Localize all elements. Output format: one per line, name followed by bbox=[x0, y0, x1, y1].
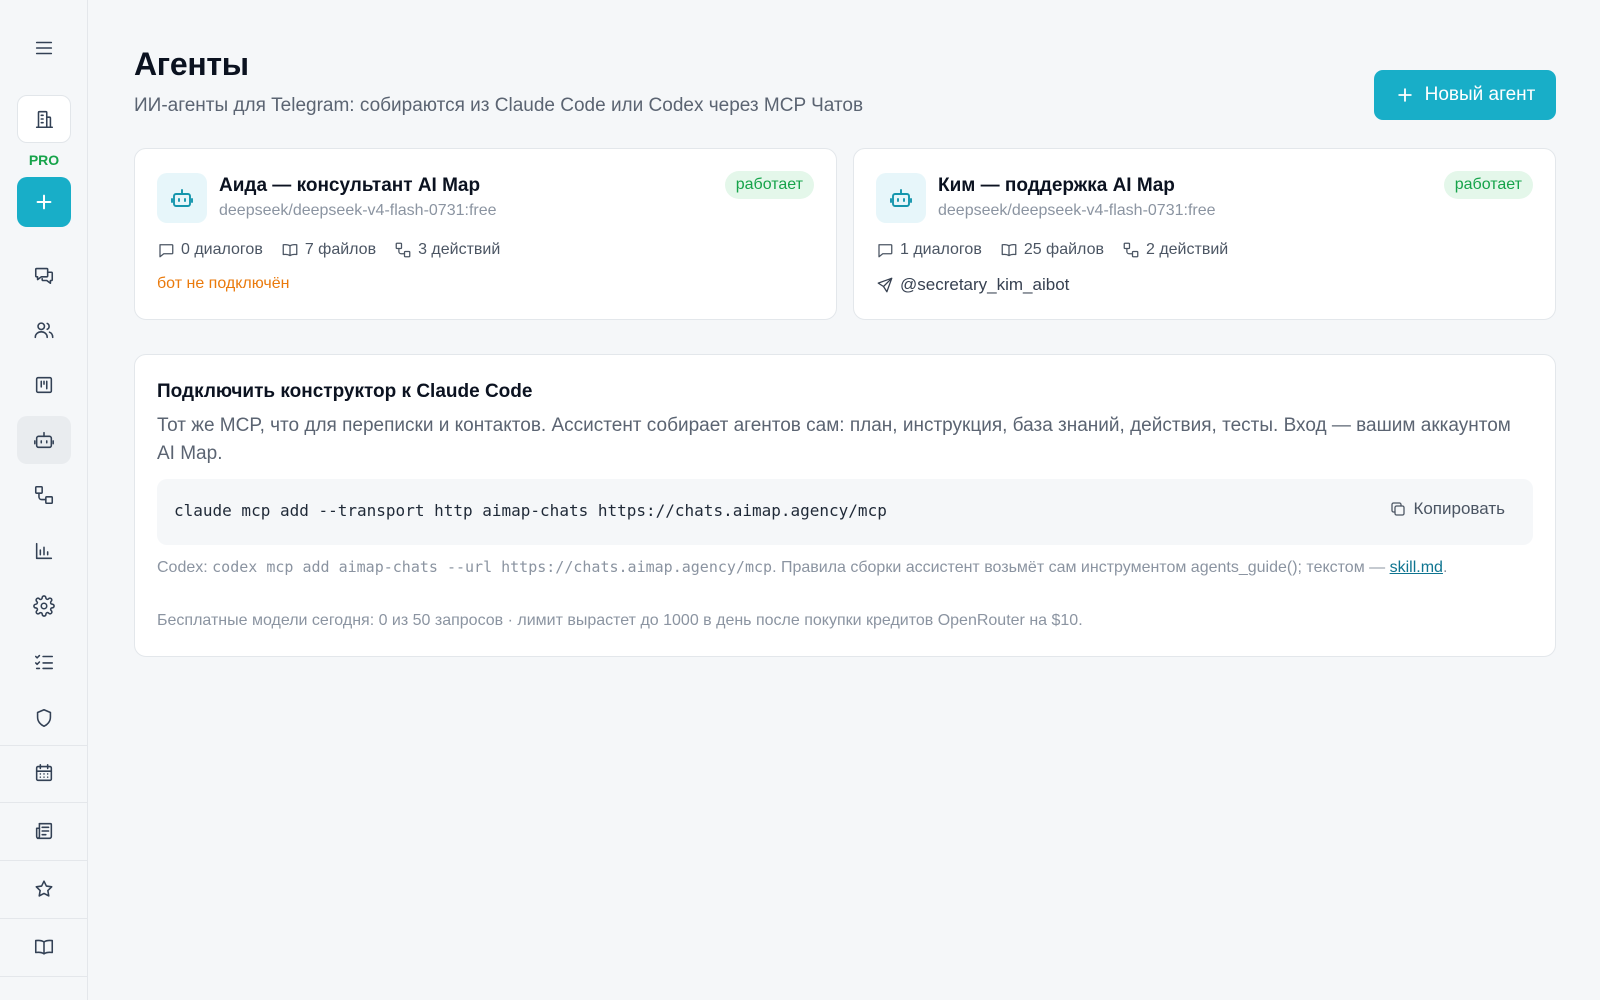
sidebar-item-calendar[interactable] bbox=[17, 749, 71, 797]
agent-stats: 0 диалогов 7 файлов 3 действий bbox=[157, 241, 500, 259]
sidebar-item-agents[interactable] bbox=[17, 416, 71, 464]
sidebar-item-contacts[interactable] bbox=[17, 306, 71, 354]
sidebar-item-news[interactable] bbox=[17, 807, 71, 855]
sidebar-item-docs[interactable] bbox=[17, 923, 71, 971]
page-title: Агенты bbox=[134, 46, 249, 82]
agent-card[interactable]: Ким — поддержка AI Map deepseek/deepseek… bbox=[853, 148, 1556, 320]
bot-icon bbox=[171, 189, 193, 207]
codex-command: codex mcp add aimap-chats --url https://… bbox=[212, 558, 773, 576]
bot-icon bbox=[890, 189, 912, 207]
pro-badge: PRO bbox=[28, 152, 60, 168]
install-command[interactable]: claude mcp add --transport http aimap-ch… bbox=[174, 501, 887, 520]
bot-status-warning: бот не подключён bbox=[157, 275, 290, 292]
chat-bubble-icon bbox=[878, 244, 893, 258]
actions-count: 3 действий bbox=[418, 241, 501, 258]
copy-icon bbox=[1391, 502, 1406, 516]
bot-icon bbox=[34, 431, 54, 449]
gear-icon bbox=[33, 595, 55, 617]
connect-constructor-card: Подключить конструктор к Claude Code Тот… bbox=[134, 354, 1556, 657]
new-agent-label: Новый агент bbox=[1424, 84, 1536, 105]
telegram-bot-link[interactable]: @secretary_kim_aibot bbox=[876, 275, 1069, 295]
sidebar-item-settings[interactable] bbox=[17, 582, 71, 630]
chat-bubble-icon bbox=[159, 244, 174, 258]
agent-name: Аида — консультант AI Map bbox=[219, 175, 481, 196]
status-badge: работает bbox=[1443, 171, 1533, 199]
agent-card[interactable]: Аида — консультант AI Map deepseek/deeps… bbox=[134, 148, 837, 320]
workflow-icon bbox=[1123, 242, 1139, 258]
sidebar-divider bbox=[0, 745, 88, 746]
actions-stat: 3 действий bbox=[394, 241, 500, 259]
sidebar-divider bbox=[0, 802, 88, 803]
agent-avatar bbox=[157, 173, 207, 223]
connect-title: Подключить конструктор к Claude Code bbox=[157, 381, 533, 402]
users-icon bbox=[34, 322, 54, 339]
copy-label: Копировать bbox=[1413, 499, 1505, 518]
sidebar-item-chats[interactable] bbox=[17, 251, 71, 299]
agent-name: Ким — поддержка AI Map bbox=[938, 175, 1175, 196]
new-agent-button[interactable]: Новый агент bbox=[1374, 70, 1556, 120]
codex-end: . bbox=[1442, 559, 1448, 576]
building-icon bbox=[35, 110, 54, 129]
agent-model: deepseek/deepseek-v4-flash-0731:free bbox=[219, 202, 497, 219]
shield-icon bbox=[36, 708, 52, 728]
checklist-icon bbox=[34, 654, 54, 670]
sidebar-divider bbox=[0, 918, 88, 919]
dialogs-stat: 0 диалогов bbox=[157, 241, 263, 259]
workflow-icon bbox=[34, 485, 54, 505]
chats-icon bbox=[34, 267, 54, 285]
actions-stat: 2 действий bbox=[1122, 241, 1228, 259]
dialogs-stat: 1 диалогов bbox=[876, 241, 982, 259]
add-button[interactable] bbox=[17, 177, 71, 227]
star-icon bbox=[35, 880, 53, 897]
sidebar: PRO bbox=[0, 0, 88, 1000]
page-subtitle: ИИ-агенты для Telegram: собираются из Cl… bbox=[134, 95, 864, 116]
files-stat: 25 файлов bbox=[1000, 241, 1104, 259]
agent-model: deepseek/deepseek-v4-flash-0731:free bbox=[938, 202, 1216, 219]
sidebar-item-workflows[interactable] bbox=[17, 471, 71, 519]
newspaper-icon bbox=[35, 822, 53, 840]
codex-suffix: . Правила сборки ассистент возьмёт сам и… bbox=[772, 559, 1390, 576]
copy-button[interactable]: Копировать bbox=[1389, 499, 1505, 519]
connect-description: Тот же MCP, что для переписки и контакто… bbox=[157, 415, 1511, 464]
files-stat: 7 файлов bbox=[281, 241, 376, 259]
calendar-icon bbox=[35, 763, 53, 782]
dialogs-count: 0 диалогов bbox=[181, 241, 263, 258]
book-icon bbox=[282, 243, 298, 257]
book-icon bbox=[1001, 243, 1017, 257]
files-count: 7 файлов bbox=[304, 241, 377, 258]
dialogs-count: 1 диалогов bbox=[900, 241, 982, 258]
sidebar-item-security[interactable] bbox=[17, 694, 71, 742]
agent-avatar bbox=[876, 173, 926, 223]
codex-note: Codex: codex mcp add aimap-chats --url h… bbox=[157, 556, 1537, 579]
org-switcher-button[interactable] bbox=[17, 95, 71, 143]
status-badge: работает bbox=[724, 171, 814, 199]
sidebar-item-kanban[interactable] bbox=[17, 361, 71, 409]
kanban-icon bbox=[35, 376, 53, 394]
workflow-icon bbox=[395, 242, 411, 258]
bar-chart-icon bbox=[35, 542, 53, 560]
agent-stats: 1 диалогов 25 файлов 2 действий bbox=[876, 241, 1228, 259]
files-count: 25 файлов bbox=[1023, 241, 1104, 258]
skill-md-link[interactable]: skill.md bbox=[1390, 559, 1443, 576]
sidebar-item-tasks[interactable] bbox=[17, 638, 71, 686]
send-icon bbox=[877, 277, 893, 293]
codex-prefix: Codex: bbox=[157, 559, 213, 576]
actions-count: 2 действий bbox=[1145, 241, 1229, 258]
plus-icon bbox=[1397, 88, 1412, 102]
sidebar-divider bbox=[0, 976, 88, 977]
free-models-limits: Бесплатные модели сегодня: 0 из 50 запро… bbox=[157, 612, 1083, 629]
bot-handle-text: @secretary_kim_aibot bbox=[900, 275, 1070, 294]
command-box: claude mcp add --transport http aimap-ch… bbox=[157, 479, 1533, 545]
sidebar-divider bbox=[0, 860, 88, 861]
menu-icon[interactable] bbox=[17, 24, 71, 72]
book-icon bbox=[34, 939, 54, 955]
plus-icon bbox=[36, 194, 52, 210]
sidebar-item-favorites[interactable] bbox=[17, 865, 71, 913]
sidebar-item-analytics[interactable] bbox=[17, 527, 71, 575]
